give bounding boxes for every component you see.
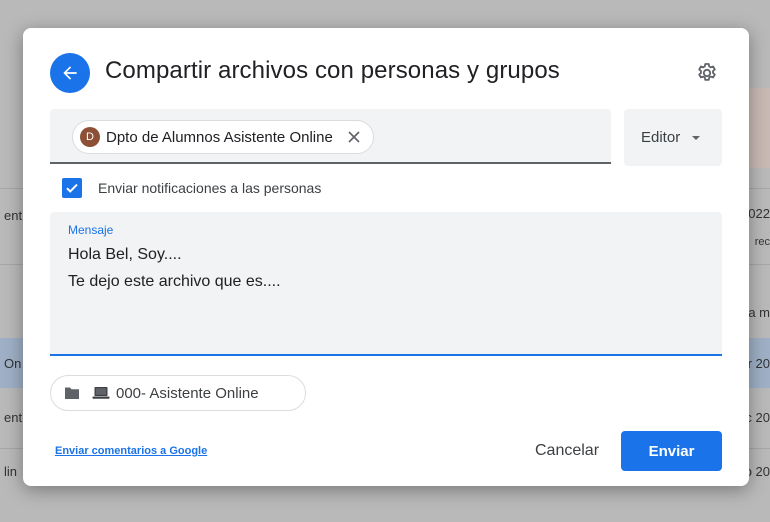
feedback-link[interactable]: Enviar comentarios a Google	[55, 445, 207, 457]
cancel-button[interactable]: Cancelar	[522, 431, 612, 471]
notify-label: Enviar notificaciones a las personas	[98, 180, 322, 196]
laptop-icon	[92, 387, 110, 399]
share-dialog: Compartir archivos con personas y grupos…	[23, 28, 749, 486]
remove-recipient-button[interactable]	[345, 128, 363, 146]
background-text: rec	[754, 236, 770, 248]
gear-icon	[698, 63, 716, 81]
background-text: c 20	[745, 410, 770, 425]
background-text: a m	[748, 305, 770, 320]
folder-icon	[65, 387, 79, 399]
recipient-name: Dpto de Alumnos Asistente Online	[106, 128, 333, 146]
message-label: Mensaje	[68, 223, 114, 237]
message-textarea[interactable]: Mensaje Hola Bel, Soy.... Te dejo este a…	[50, 212, 722, 356]
background-text: On	[4, 356, 22, 371]
dialog-title: Compartir archivos con personas y grupos	[105, 57, 560, 84]
notify-option: Enviar notificaciones a las personas	[62, 178, 321, 198]
background-text: ent	[4, 208, 23, 223]
shared-item-label: 000- Asistente Online	[116, 384, 259, 402]
caret-down-icon	[692, 135, 701, 140]
background-text: 022	[748, 206, 770, 221]
background-text: lin	[4, 464, 18, 479]
background-thumbnail	[748, 88, 770, 168]
arrow-left-icon	[63, 66, 77, 80]
settings-button[interactable]	[692, 58, 722, 88]
send-button[interactable]: Enviar	[621, 431, 722, 471]
background-text: r 20	[747, 356, 770, 371]
role-dropdown[interactable]: Editor	[624, 109, 722, 166]
shared-item-chip: 000- Asistente Online	[50, 375, 306, 411]
message-value[interactable]: Hola Bel, Soy.... Te dejo este archivo q…	[68, 241, 698, 295]
recipients-field[interactable]: D Dpto de Alumnos Asistente Online	[50, 109, 611, 164]
notify-checkbox[interactable]	[62, 178, 82, 198]
check-icon	[66, 183, 78, 193]
shared-item-name: 000- Asistente Online	[92, 385, 259, 402]
avatar: D	[80, 127, 100, 147]
close-icon	[348, 131, 360, 143]
role-selected-value: Editor	[641, 129, 681, 146]
background-text: ent	[4, 410, 23, 425]
recipient-chip[interactable]: D Dpto de Alumnos Asistente Online	[72, 120, 374, 154]
back-button[interactable]	[50, 53, 90, 93]
